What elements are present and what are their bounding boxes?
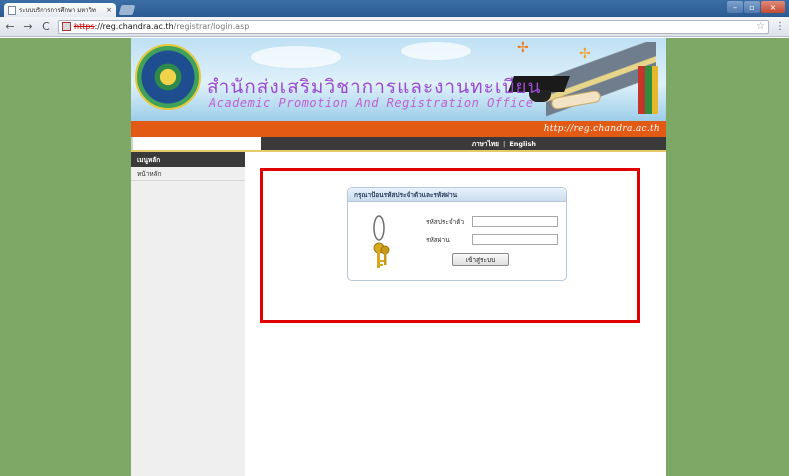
address-bar[interactable]: https://reg.chandra.ac.th/registrar/logi… (58, 19, 769, 34)
banner-url-bar: http://reg.chandra.ac.th (131, 121, 666, 137)
forward-button[interactable]: → (22, 20, 34, 33)
language-bar: ภาษาไทย | English (261, 137, 666, 150)
sidebar-item-home[interactable]: หน้าหลัก (131, 167, 245, 181)
language-english-link[interactable]: English (509, 140, 536, 148)
window-controls: – ▫ × (727, 1, 785, 13)
sidebar-header: เมนูหลัก (131, 152, 245, 167)
language-thai-link[interactable]: ภาษาไทย (472, 139, 499, 149)
url-host: ://reg.chandra.ac.th (94, 22, 174, 31)
bookmark-star-icon[interactable]: ☆ (756, 21, 765, 32)
close-tab-icon[interactable]: × (106, 6, 112, 14)
browser-tab[interactable]: ระบบบริการการศึกษา มหาวิท × (4, 3, 116, 17)
pinwheel-icon: ✢ (579, 46, 591, 62)
banner-title-english: Academic Promotion And Registration Offi… (209, 96, 534, 110)
insecure-lock-icon (62, 22, 71, 31)
cloud-graphic (401, 42, 471, 60)
browser-menu-icon[interactable]: ⋮ (775, 21, 785, 32)
maximize-button[interactable]: ▫ (744, 1, 760, 13)
reload-button[interactable]: C (40, 20, 52, 33)
close-window-button[interactable]: × (761, 1, 785, 13)
url-path: /registrar/login.asp (173, 22, 250, 31)
browser-toolbar: ← → C https://reg.chandra.ac.th/registra… (0, 17, 789, 37)
browser-titlebar: ระบบบริการการศึกษา มหาวิท × – ▫ × (0, 0, 789, 17)
cloud-graphic (251, 46, 341, 68)
back-button[interactable]: ← (4, 20, 16, 33)
tab-title: ระบบบริการการศึกษา มหาวิท (19, 7, 96, 14)
minimize-button[interactable]: – (727, 1, 743, 13)
new-tab-button[interactable] (118, 5, 136, 15)
banner-url: http://reg.chandra.ac.th (543, 124, 660, 134)
url-scheme: https (74, 22, 95, 31)
books-graphic (638, 66, 658, 114)
university-seal-logo (135, 44, 201, 110)
pinwheel-icon: ✢ (517, 40, 529, 56)
language-separator: | (502, 139, 506, 148)
sidebar: เมนูหลัก หน้าหลัก (131, 152, 245, 476)
highlight-annotation (260, 168, 640, 323)
header-banner: ✢ ✢ สำนักส่งเสริมวิชาการและงานทะเบียน Ac… (131, 38, 666, 121)
page-icon (8, 5, 16, 15)
